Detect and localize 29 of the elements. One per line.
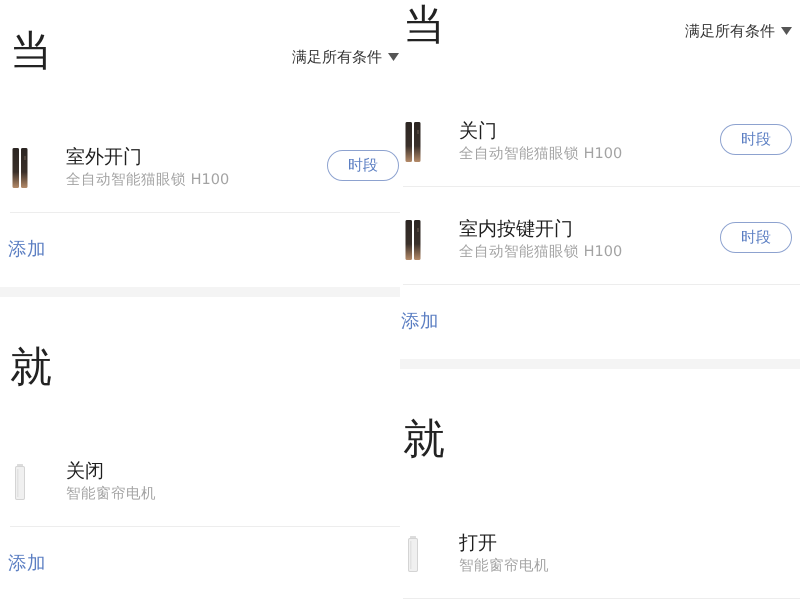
section-heading: 当 xyxy=(403,2,445,48)
add-link[interactable]: 添加 xyxy=(8,552,46,576)
time-period-button[interactable]: 时段 xyxy=(720,124,792,154)
door-lock-icon xyxy=(405,122,421,162)
device-name: 全自动智能猫眼锁 H100 xyxy=(459,145,622,164)
rule-item-title: 室内按键开门 xyxy=(459,218,573,240)
door-lock-icon xyxy=(405,220,421,260)
curtain-motor-icon xyxy=(408,536,418,572)
door-lock-icon xyxy=(12,148,28,188)
device-name: 智能窗帘电机 xyxy=(66,484,156,504)
time-period-button[interactable]: 时段 xyxy=(720,222,792,252)
rule-item-title: 关门 xyxy=(459,120,497,142)
device-name: 智能窗帘电机 xyxy=(459,556,549,576)
rule-item-title: 关闭 xyxy=(66,460,104,482)
section-heading: 就 xyxy=(403,416,445,462)
section-heading: 当 xyxy=(10,28,52,74)
caret-icon xyxy=(781,27,792,35)
section-heading: 就 xyxy=(10,344,52,390)
match-mode-dropdown[interactable]: 满足所有条件 xyxy=(685,21,792,41)
device-name: 全自动智能猫眼锁 H100 xyxy=(459,243,622,262)
match-mode-dropdown[interactable]: 满足所有条件 xyxy=(292,47,399,67)
caret-icon xyxy=(388,53,399,61)
rule-item-title: 打开 xyxy=(459,532,497,554)
add-link[interactable]: 添加 xyxy=(8,238,46,262)
curtain-motor-icon xyxy=(15,464,25,500)
rule-item-title: 室外开门 xyxy=(66,146,142,168)
time-period-button[interactable]: 时段 xyxy=(327,150,399,180)
add-link[interactable]: 添加 xyxy=(401,310,439,334)
device-name: 全自动智能猫眼锁 H100 xyxy=(66,171,230,190)
